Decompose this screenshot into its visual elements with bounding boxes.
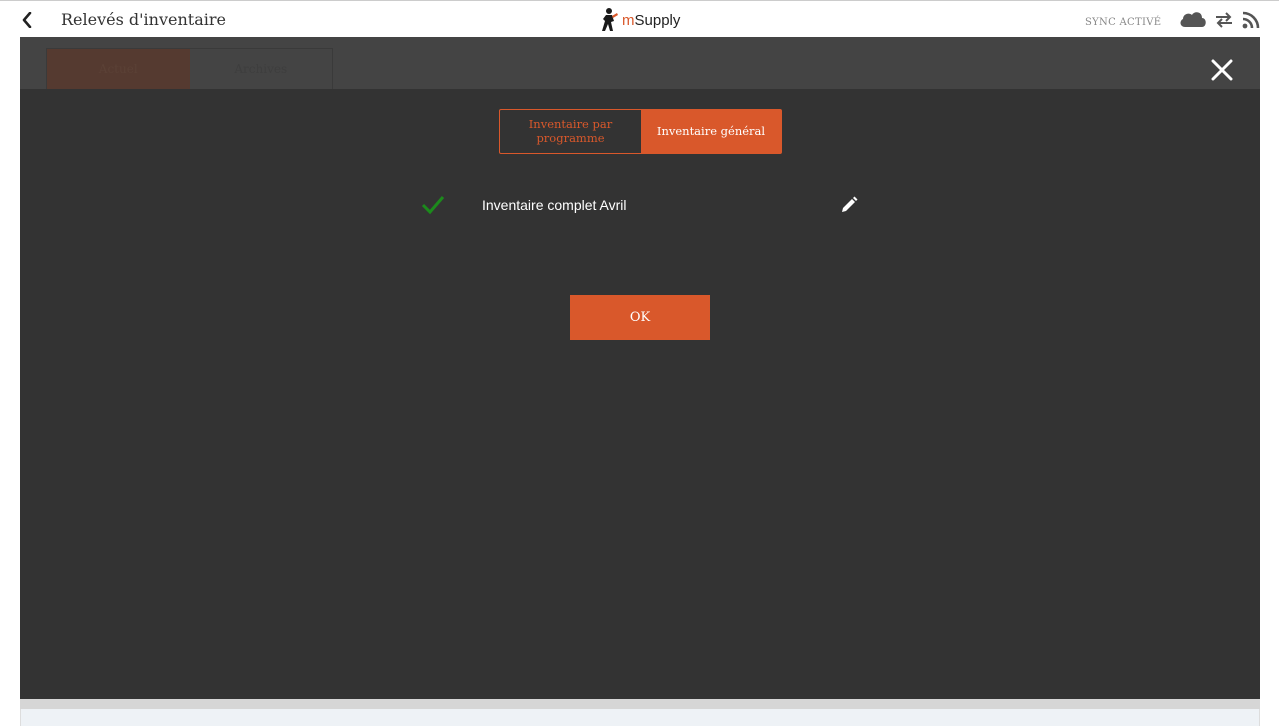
modal-bottom-edge [20,699,1260,709]
background-tabs: Actuel Archives [46,48,333,89]
tab-current: Actuel [47,49,190,89]
page-title: Relevés d'inventaire [61,10,226,29]
sync-status-label: SYNC ACTIVÉ [1085,17,1162,28]
app-header: Relevés d'inventaire mSupply SYNC ACTIVÉ [0,0,1279,37]
tab-archives: Archives [234,62,288,76]
logo-text: mSupply [622,11,681,29]
runner-logo-icon [602,8,618,31]
check-icon [421,196,445,215]
cloud-icon[interactable] [1178,9,1208,33]
back-button[interactable] [18,10,36,30]
close-icon [1211,59,1233,81]
general-stocktake-option[interactable]: Inventaire général [641,110,781,153]
ok-button[interactable]: OK [570,295,710,340]
background-page: Actuel Archives [20,37,1260,89]
chevron-left-icon [22,12,32,28]
page-footer-strip [20,709,1260,726]
new-stocktake-modal [20,89,1260,699]
sync-arrows-icon[interactable] [1215,12,1233,32]
stocktake-name-row: Inventaire complet Avril [420,190,860,222]
rss-icon[interactable] [1242,11,1260,33]
stocktake-name-label: Inventaire complet Avril [482,197,627,213]
program-stocktake-option[interactable]: Inventaire par programme [500,110,641,153]
msupply-logo: mSupply [600,7,680,33]
close-button[interactable] [1211,58,1233,82]
pencil-icon[interactable] [840,196,858,214]
stocktake-type-toggle: Inventaire par programme Inventaire géné… [499,109,782,154]
